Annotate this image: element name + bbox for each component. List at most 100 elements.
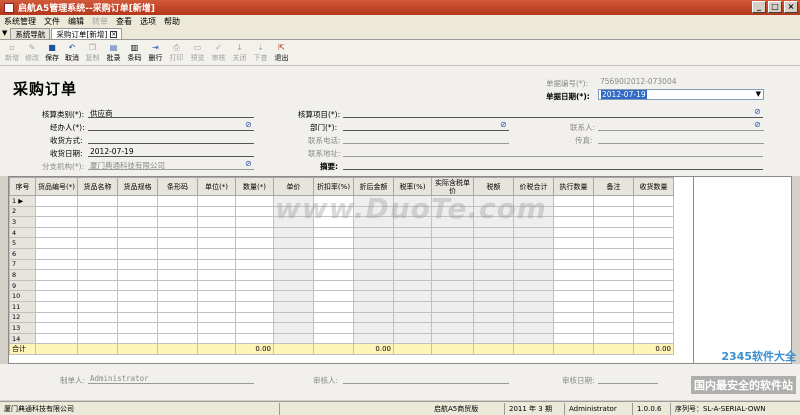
grid-cell[interactable] [473, 237, 514, 249]
down-query-button[interactable]: ⇣ 下查 [250, 40, 271, 65]
grid-cell[interactable] [553, 258, 594, 271]
grid-cell[interactable] [353, 322, 394, 334]
menu-file[interactable]: 文件 [44, 16, 60, 27]
grid-cell[interactable] [77, 247, 118, 260]
grid-cell[interactable] [235, 195, 274, 207]
grid-cell[interactable] [157, 216, 198, 228]
grid-cell[interactable] [35, 216, 78, 228]
grid-cell[interactable] [633, 300, 674, 313]
grid-cell[interactable] [197, 226, 236, 239]
dept-field[interactable] [343, 121, 509, 131]
grid-cell[interactable] [197, 269, 236, 281]
grid-cell[interactable] [553, 332, 594, 345]
grid-cell[interactable] [393, 279, 432, 292]
grid-cell[interactable] [593, 226, 634, 239]
grid-cell[interactable] [593, 205, 634, 218]
grid-cell[interactable] [431, 279, 474, 292]
grid-cell[interactable] [553, 226, 594, 239]
grid-cell[interactable] [197, 290, 236, 302]
grid-cell[interactable] [35, 332, 78, 345]
grid-cell[interactable] [157, 269, 198, 281]
grid-cell[interactable] [235, 237, 274, 249]
grid-cell[interactable] [593, 322, 634, 334]
grid-cell[interactable] [235, 216, 274, 228]
grid-cell[interactable] [633, 247, 674, 260]
menu-convert[interactable]: 转单 [92, 16, 108, 27]
lookup-icon[interactable]: ⊘ [245, 120, 252, 129]
grid-cell[interactable] [633, 195, 674, 207]
batch-entry-button[interactable]: ▤ 批录 [103, 40, 124, 65]
grid-cell[interactable] [313, 258, 354, 271]
grid-cell[interactable] [117, 247, 158, 260]
lookup-icon[interactable]: ⊘ [500, 120, 507, 129]
grid-cell[interactable] [393, 258, 432, 271]
chevron-down-icon[interactable]: ▼ [756, 90, 761, 99]
grid-cell[interactable] [77, 216, 118, 228]
grid-cell[interactable] [35, 322, 78, 334]
grid-cell[interactable] [157, 311, 198, 324]
barcode-button[interactable]: ▥ 条码 [124, 40, 145, 65]
grid-cell[interactable] [313, 279, 354, 292]
grid-cell[interactable] [431, 290, 474, 302]
grid-cell[interactable] [633, 237, 674, 249]
grid-cell[interactable] [633, 226, 674, 239]
grid-cell[interactable] [633, 332, 674, 345]
grid-cell[interactable] [35, 195, 78, 207]
grid-cell[interactable] [473, 247, 514, 260]
grid-cell[interactable] [77, 322, 118, 334]
grid-cell[interactable] [353, 290, 394, 302]
table-row[interactable]: 7 [9, 258, 674, 271]
grid-cell[interactable] [473, 290, 514, 302]
column-header[interactable]: 条形码 [157, 177, 198, 196]
table-row[interactable]: 4 [9, 226, 674, 239]
preview-button[interactable]: ▭ 预览 [187, 40, 208, 65]
grid-cell[interactable] [197, 332, 236, 345]
grid-cell[interactable] [313, 237, 354, 249]
contact-field[interactable] [598, 121, 764, 131]
grid-cell[interactable] [393, 332, 432, 345]
grid-cell[interactable] [593, 290, 634, 302]
column-header[interactable]: 收货数量 [633, 177, 674, 196]
grid-cell[interactable] [157, 247, 198, 260]
grid-cell[interactable] [273, 279, 314, 292]
cancel-button[interactable]: ↶ 取消 [62, 40, 82, 65]
menu-help[interactable]: 帮助 [164, 16, 180, 27]
grid-cell[interactable] [273, 300, 314, 313]
grid-cell[interactable] [235, 269, 274, 281]
grid-cell[interactable] [473, 226, 514, 239]
table-row[interactable]: 11 [9, 300, 674, 313]
grid-cell[interactable] [473, 332, 514, 345]
grid-cell[interactable] [273, 332, 314, 345]
table-row[interactable]: 6 [9, 247, 674, 260]
grid-cell[interactable] [35, 311, 78, 324]
grid-cell[interactable] [117, 205, 158, 218]
grid-cell[interactable] [633, 216, 674, 228]
grid-cell[interactable] [313, 247, 354, 260]
grid-cell[interactable] [35, 300, 78, 313]
grid-cell[interactable] [35, 258, 78, 271]
grid-cell[interactable] [117, 300, 158, 313]
grid-cell[interactable] [197, 247, 236, 260]
table-row[interactable]: 13 [9, 322, 674, 334]
grid-cell[interactable] [117, 226, 158, 239]
menu-system[interactable]: 系统管理 [4, 16, 36, 27]
grid-cell[interactable] [393, 226, 432, 239]
column-header[interactable]: 备注 [593, 177, 634, 196]
grid-cell[interactable] [353, 332, 394, 345]
grid-cell[interactable] [431, 269, 474, 281]
grid-cell[interactable] [77, 237, 118, 249]
grid-cell[interactable] [513, 332, 554, 345]
lookup-icon[interactable]: ⊘ [245, 159, 252, 168]
delete-row-button[interactable]: ⇥ 删行 [145, 40, 166, 65]
grid-cell[interactable] [77, 290, 118, 302]
grid-cell[interactable] [157, 195, 198, 207]
grid-cell[interactable] [593, 300, 634, 313]
grid-cell[interactable] [393, 247, 432, 260]
grid-cell[interactable] [473, 311, 514, 324]
grid-cell[interactable] [313, 332, 354, 345]
table-row[interactable]: 12 [9, 311, 674, 324]
grid-cell[interactable] [431, 322, 474, 334]
grid-cell[interactable] [431, 311, 474, 324]
grid-cell[interactable] [353, 237, 394, 249]
grid-cell[interactable] [77, 300, 118, 313]
